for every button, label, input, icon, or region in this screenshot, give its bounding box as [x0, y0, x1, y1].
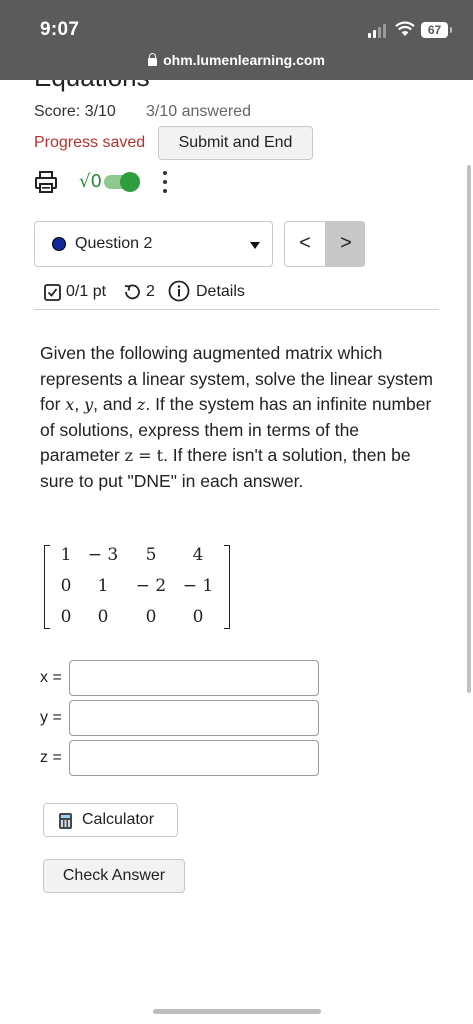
previous-question-button[interactable]: <: [285, 222, 325, 266]
x-label: x =: [40, 669, 62, 686]
matrix-cell: 1: [97, 576, 109, 596]
points-text: 0/1 pt: [66, 283, 107, 300]
check-answer-button[interactable]: Check Answer: [43, 859, 185, 893]
cellular-signal-icon: [368, 24, 388, 38]
augmented-matrix: 1 − 3 5 4 0 1 − 2 − 1 0 0 0 0: [44, 543, 230, 631]
matrix-cell: 0: [192, 607, 204, 627]
details-link[interactable]: Details: [196, 283, 245, 301]
z-answer-input[interactable]: [69, 740, 319, 776]
divider: [34, 309, 439, 310]
next-question-button[interactable]: >: [326, 222, 366, 266]
caret-down-icon: [250, 242, 260, 249]
calculator-label: Calculator: [82, 811, 155, 828]
matrix-cell: − 2: [135, 576, 167, 596]
more-options-icon[interactable]: [162, 171, 168, 193]
y-label: y =: [40, 709, 62, 726]
wifi-icon: [395, 21, 415, 36]
home-indicator[interactable]: [153, 1009, 321, 1014]
matrix-cell: 0: [60, 576, 72, 596]
matrix-cell: 0: [145, 607, 157, 627]
print-icon[interactable]: [34, 170, 58, 194]
matrix-cell: 5: [145, 545, 157, 565]
question-select[interactable]: Question 2: [34, 221, 273, 267]
matrix-cell: 4: [192, 545, 204, 565]
question-nav-group: < >: [284, 221, 365, 267]
math-entry-icon: √0: [79, 171, 102, 192]
matrix-cell: 1: [60, 545, 72, 565]
info-icon[interactable]: [168, 280, 190, 302]
battery-icon: 67: [421, 22, 452, 38]
calculator-button[interactable]: Calculator: [43, 803, 178, 837]
browser-top-bar: 9:07 67 ohm.lumenlearning.com: [0, 0, 473, 80]
var-x: x: [65, 395, 75, 415]
matrix-cell: 0: [60, 607, 72, 627]
parameter-equation: z = t: [124, 446, 164, 466]
question-status-dot: [52, 237, 66, 251]
var-y: y: [84, 395, 94, 415]
lock-icon: [148, 53, 158, 66]
matrix-cell: 0: [97, 607, 109, 627]
question-text: Given the following augmented matrix whi…: [40, 343, 433, 491]
matrix-cell: − 3: [87, 545, 119, 565]
retry-icon: [124, 284, 140, 300]
status-time: 9:07: [40, 19, 80, 40]
page-title: Equations: [34, 80, 334, 92]
y-answer-input[interactable]: [69, 700, 319, 736]
checkbox-check-icon: [44, 284, 61, 301]
matrix-cell: − 1: [182, 576, 214, 596]
calculator-icon: [59, 813, 72, 829]
x-answer-input[interactable]: [69, 660, 319, 696]
z-label: z =: [40, 749, 62, 766]
scroll-indicator[interactable]: [467, 165, 471, 693]
matrix-right-bracket: [224, 545, 230, 629]
url-text: ohm.lumenlearning.com: [163, 52, 325, 68]
attempts-count: 2: [146, 283, 155, 300]
answered-count: 3/10 answered: [146, 103, 251, 120]
submit-and-end-button[interactable]: Submit and End: [158, 126, 313, 160]
question-select-label: Question 2: [75, 235, 153, 252]
url-bar[interactable]: ohm.lumenlearning.com: [0, 52, 473, 68]
progress-status: Progress saved: [34, 134, 146, 151]
score-text: Score: 3/10: [34, 103, 116, 120]
math-entry-toggle[interactable]: [104, 172, 140, 192]
